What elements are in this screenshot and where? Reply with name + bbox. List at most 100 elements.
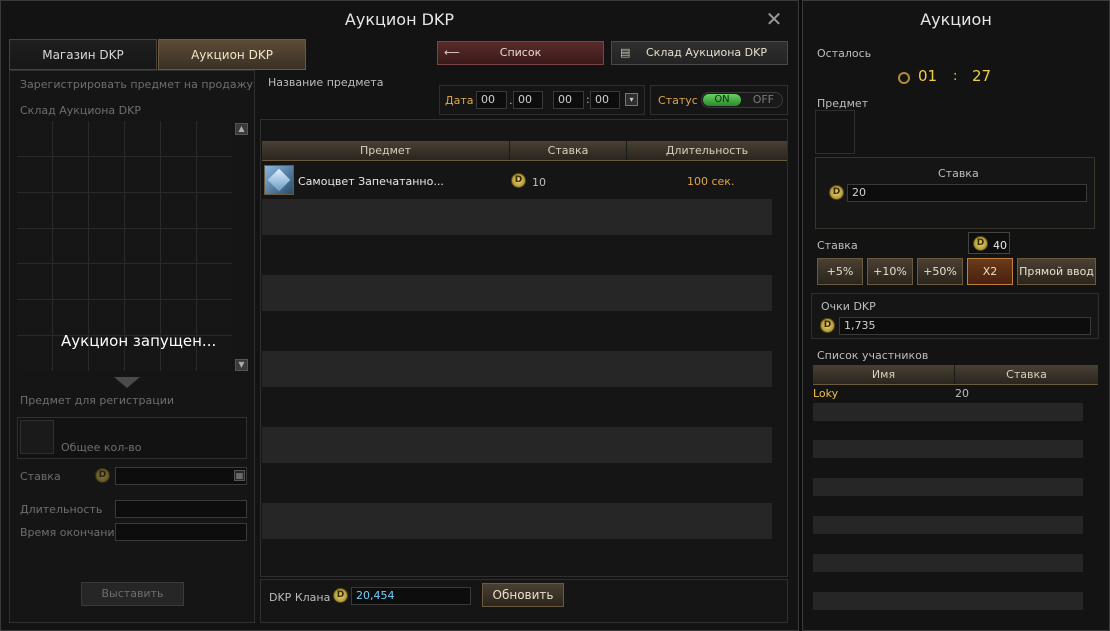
auction-table-header: Предмет Ставка Длительность bbox=[262, 141, 787, 161]
item-to-register-label: Предмет для регистрации bbox=[20, 394, 174, 407]
direct-input-button[interactable]: Прямой ввод bbox=[1017, 258, 1096, 285]
dkp-coin-icon: D bbox=[333, 588, 348, 603]
dkp-points-value: 1,735 bbox=[839, 317, 1091, 335]
date-day-input[interactable]: 00 bbox=[476, 91, 507, 109]
list-button[interactable]: ⟵ Список bbox=[437, 41, 604, 65]
time-hour-input[interactable]: 00 bbox=[553, 91, 584, 109]
list-row-empty bbox=[813, 403, 1083, 421]
slot[interactable] bbox=[161, 156, 196, 192]
list-row-empty bbox=[813, 554, 1083, 572]
slot[interactable] bbox=[125, 228, 160, 264]
list-row-empty bbox=[262, 351, 772, 387]
slot[interactable] bbox=[53, 264, 88, 300]
scroll-down-icon[interactable]: ▼ bbox=[235, 359, 248, 371]
bid-label: Ставка bbox=[817, 239, 858, 252]
slot[interactable] bbox=[17, 121, 52, 156]
table-row[interactable]: Самоцвет Запечатанно... D 10 100 сек. bbox=[262, 162, 772, 198]
duration-input[interactable] bbox=[115, 500, 247, 518]
slot[interactable] bbox=[197, 156, 232, 192]
bid-plus-10-button[interactable]: +10% bbox=[867, 258, 913, 285]
slot[interactable] bbox=[17, 264, 52, 300]
slot[interactable] bbox=[161, 264, 196, 300]
list-row-empty bbox=[813, 478, 1083, 496]
time-minute-input[interactable]: 00 bbox=[590, 91, 620, 109]
slot[interactable] bbox=[53, 228, 88, 264]
slot[interactable] bbox=[89, 228, 124, 264]
list-row-empty bbox=[813, 440, 1083, 458]
row-item-name: Самоцвет Запечатанно... bbox=[298, 175, 444, 188]
arrow-left-icon: ⟵ bbox=[444, 46, 460, 59]
slot[interactable] bbox=[17, 228, 52, 264]
dkp-points-label: Очки DKP bbox=[821, 300, 876, 313]
slot[interactable] bbox=[161, 121, 196, 156]
bid-plus-5-button[interactable]: +5% bbox=[817, 258, 863, 285]
place-button[interactable]: Выставить bbox=[81, 582, 184, 606]
end-time-label: Время окончания bbox=[20, 526, 122, 539]
arrow-down-icon bbox=[114, 377, 140, 388]
end-time-input[interactable] bbox=[115, 523, 247, 541]
slot[interactable] bbox=[161, 228, 196, 264]
tab-dkp-auction[interactable]: Аукцион DKP bbox=[158, 39, 306, 70]
slot[interactable] bbox=[17, 300, 52, 336]
list-row-empty bbox=[262, 199, 772, 235]
slot[interactable] bbox=[53, 156, 88, 192]
slot[interactable] bbox=[17, 336, 52, 371]
dkp-coin-icon: D bbox=[511, 173, 526, 188]
item-slot[interactable] bbox=[815, 110, 855, 154]
register-label: Зарегистрировать предмет на продажу bbox=[20, 78, 253, 91]
close-icon[interactable]: ✕ bbox=[764, 9, 784, 29]
scroll-up-icon[interactable]: ▲ bbox=[235, 123, 248, 135]
duration-label: Длительность bbox=[20, 503, 103, 516]
row-duration: 100 сек. bbox=[687, 175, 735, 188]
refresh-button[interactable]: Обновить bbox=[482, 583, 564, 607]
row-bid: 10 bbox=[532, 176, 546, 189]
slot[interactable] bbox=[89, 121, 124, 156]
slot[interactable] bbox=[125, 300, 160, 336]
timer-icon bbox=[898, 72, 910, 84]
slot[interactable] bbox=[197, 264, 232, 300]
status-toggle[interactable]: ON OFF bbox=[701, 92, 783, 108]
slot[interactable] bbox=[53, 300, 88, 336]
slot[interactable] bbox=[125, 192, 160, 228]
slot[interactable] bbox=[161, 192, 196, 228]
slot[interactable] bbox=[89, 300, 124, 336]
slot[interactable] bbox=[89, 156, 124, 192]
bid-x2-button[interactable]: X2 bbox=[967, 258, 1013, 285]
warehouse-icon: ▤ bbox=[620, 46, 631, 59]
slot[interactable] bbox=[125, 264, 160, 300]
slot[interactable] bbox=[53, 192, 88, 228]
clan-dkp-value: 20,454 bbox=[351, 587, 471, 605]
date-separator: . bbox=[509, 94, 513, 107]
slot[interactable] bbox=[197, 300, 232, 336]
participants-header-bid: Ставка bbox=[1006, 368, 1047, 381]
current-bid-label: Ставка bbox=[938, 167, 979, 180]
slot[interactable] bbox=[89, 264, 124, 300]
slot[interactable] bbox=[17, 192, 52, 228]
tab-dkp-shop[interactable]: Магазин DKP bbox=[9, 39, 157, 70]
warehouse-button[interactable]: ▤ Склад Аукциона DKP bbox=[611, 41, 788, 65]
slot[interactable] bbox=[125, 156, 160, 192]
register-item-slot[interactable] bbox=[20, 420, 54, 454]
slot[interactable] bbox=[197, 192, 232, 228]
participant-row[interactable]: Loky 20 bbox=[813, 386, 1083, 404]
date-dropdown-icon[interactable]: ▾ bbox=[625, 93, 638, 106]
participant-name: Loky bbox=[813, 387, 839, 400]
toggle-on: ON bbox=[703, 94, 741, 106]
bid-input[interactable] bbox=[115, 467, 247, 485]
timer-seconds: 27 bbox=[972, 67, 992, 85]
slot[interactable] bbox=[53, 121, 88, 156]
date-month-input[interactable]: 00 bbox=[513, 91, 543, 109]
toggle-off: OFF bbox=[752, 93, 774, 106]
gem-item-icon bbox=[264, 165, 294, 195]
slot[interactable] bbox=[17, 156, 52, 192]
slot[interactable] bbox=[197, 121, 232, 156]
slot[interactable] bbox=[197, 228, 232, 264]
dkp-coin-icon: D bbox=[973, 236, 988, 251]
slot[interactable] bbox=[89, 192, 124, 228]
bid-plus-50-button[interactable]: +50% bbox=[917, 258, 963, 285]
calculator-icon[interactable]: ▦ bbox=[234, 470, 245, 481]
slot[interactable] bbox=[161, 300, 196, 336]
slot[interactable] bbox=[125, 121, 160, 156]
list-row-empty bbox=[262, 503, 772, 539]
item-name-label: Название предмета bbox=[268, 76, 384, 89]
